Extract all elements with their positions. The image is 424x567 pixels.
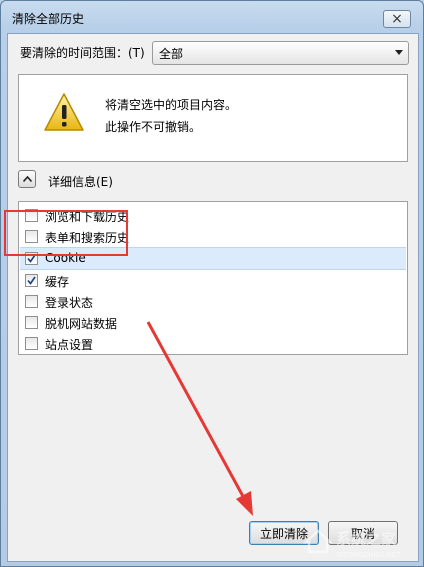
site-settings-checkbox[interactable] <box>25 337 38 350</box>
list-item-label: 登录状态 <box>45 296 94 310</box>
warning-line-2: 此操作不可撤销。 <box>105 120 202 134</box>
list-item-label: 浏览和下载历史 <box>45 210 130 224</box>
svg-text:系统之家: 系统之家 <box>336 530 396 548</box>
form-history-checkbox[interactable] <box>25 230 38 243</box>
list-item-label: 表单和搜索历史 <box>45 231 130 245</box>
warning-icon <box>44 93 84 131</box>
list-item-cache[interactable]: 缓存 <box>20 270 406 291</box>
warning-line-1: 将清空选中的项目内容。 <box>105 98 238 112</box>
title-bar[interactable]: 清除全部历史 × <box>1 1 423 33</box>
list-item-login-state[interactable]: 登录状态 <box>20 291 406 312</box>
list-item-label: Cookie <box>45 251 86 265</box>
history-item-list: 浏览和下载历史 表单和搜索历史 Cookie 缓存 登录状态 脱机网站数据 站点… <box>18 201 408 355</box>
login-state-checkbox[interactable] <box>25 295 38 308</box>
warning-text: 将清空选中的项目内容。 此操作不可撤销。 <box>105 94 237 138</box>
list-item-label: 缓存 <box>45 275 70 289</box>
dialog-window: 清除全部历史 × 要清除的时间范围：(T) 全部 将清空选中的项目内容。 此操作… <box>0 0 424 567</box>
close-button[interactable]: × <box>383 10 411 28</box>
cookie-checkbox[interactable] <box>25 252 38 265</box>
browsing-history-checkbox[interactable] <box>25 209 38 222</box>
list-item-browsing-history[interactable]: 浏览和下载历史 <box>20 205 406 226</box>
chevron-down-icon <box>395 50 403 55</box>
chevron-up-icon <box>23 176 32 182</box>
list-item-label: 脱机网站数据 <box>45 317 118 331</box>
watermark-logo: 系统之家 XITONGZHIJIA.NET <box>300 520 418 562</box>
time-range-label: 要清除的时间范围：(T) <box>20 46 145 60</box>
house-logo-icon: 系统之家 XITONGZHIJIA.NET <box>302 529 401 559</box>
dialog-title: 清除全部历史 <box>12 12 85 26</box>
warning-box: 将清空选中的项目内容。 此操作不可撤销。 <box>18 74 408 162</box>
cache-checkbox[interactable] <box>25 274 38 287</box>
offline-data-checkbox[interactable] <box>25 316 38 329</box>
svg-text:XITONGZHIJIA.NET: XITONGZHIJIA.NET <box>336 551 401 559</box>
list-item-offline-data[interactable]: 脱机网站数据 <box>20 312 406 333</box>
dialog-body: 要清除的时间范围：(T) 全部 将清空选中的项目内容。 此操作不可撤销。 详细信… <box>7 33 419 562</box>
list-item-label: 站点设置 <box>45 338 94 352</box>
list-item-cookie[interactable]: Cookie <box>20 247 406 270</box>
time-range-value: 全部 <box>159 47 184 61</box>
time-range-select[interactable]: 全部 <box>152 41 409 65</box>
list-item-site-settings[interactable]: 站点设置 <box>20 333 406 354</box>
details-toggle-button[interactable] <box>18 170 36 188</box>
details-label: 详细信息(E) <box>48 175 113 189</box>
list-item-form-history[interactable]: 表单和搜索历史 <box>20 226 406 247</box>
